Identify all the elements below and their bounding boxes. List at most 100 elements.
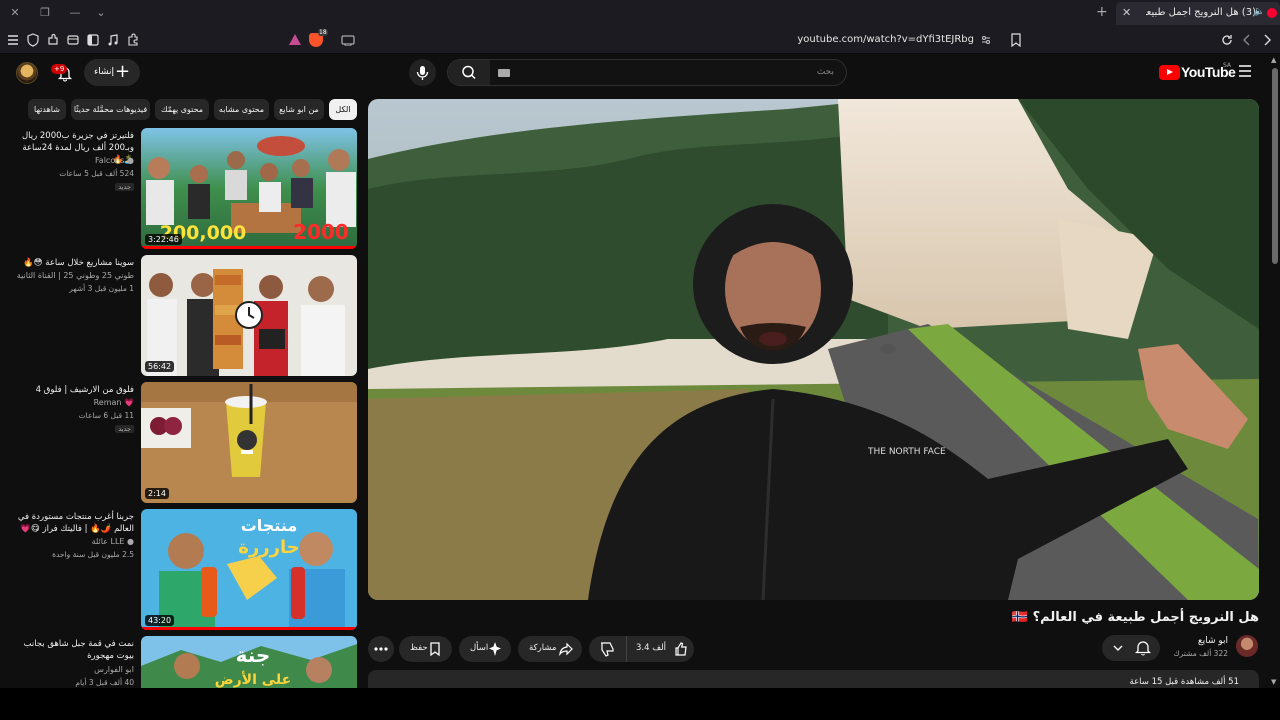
reload-icon[interactable] (1219, 32, 1235, 48)
svg-text:THE NORTH FACE: THE NORTH FACE (867, 447, 946, 457)
recommendation-item[interactable]: منتجات حارررة 43:20 جربنا أغرب منتجات مس… (12, 509, 358, 631)
recommendation-channel[interactable]: طوني 25 وطوني 25 | القناة الثانية (17, 271, 134, 280)
sparkle-icon (489, 642, 501, 656)
tab-close-icon[interactable]: ✕ (1122, 6, 1131, 19)
video-thumbnail[interactable]: 2:14 (141, 382, 357, 503)
more-actions-button[interactable] (368, 636, 394, 662)
url-text[interactable]: youtube.com/watch?v=dYfi3tEJRbg (797, 34, 974, 45)
search-button[interactable] (448, 60, 490, 85)
shield-count-badge: 18 (318, 29, 328, 36)
channel-name[interactable]: عائلة LLE (92, 537, 125, 546)
video-thumbnail[interactable]: منتجات حارررة 43:20 (141, 509, 357, 630)
thumbs-down-icon (601, 642, 614, 657)
shield-outline-icon[interactable] (25, 32, 41, 48)
search-box[interactable]: بحث (447, 59, 847, 86)
recommendation-meta: 1 مليون قبل 3 أشهر (69, 284, 134, 293)
back-arrow-icon[interactable] (1239, 32, 1255, 48)
site-settings-icon[interactable] (980, 34, 992, 46)
dislike-button[interactable] (589, 636, 627, 662)
voice-search-button[interactable] (409, 59, 436, 86)
thumb-text-paradise: جنة (236, 643, 271, 667)
recommendation-item[interactable]: جنة على الأرض نمت في قمة جبل شاهق بجانب … (12, 636, 358, 688)
chip-for-you[interactable]: محتوى يهمّك (155, 99, 209, 120)
recommendation-item[interactable]: 56:42 سوينا مشاريع خلال ساعة 😳🔥 طوني 25 … (12, 255, 358, 377)
recommendation-channel[interactable]: عائلة LLE ● (92, 537, 134, 546)
recommendation-title[interactable]: فلوق من الارشيف | فلوق 4 (14, 384, 134, 396)
recommendation-channel[interactable]: Reman 💗 (94, 398, 134, 407)
save-button[interactable]: حفظ (399, 636, 452, 662)
music-note-icon[interactable] (105, 32, 121, 48)
video-title: هل النرويج أجمل طبيعة في العالم؟ 🇳🇴 (1011, 610, 1259, 625)
duration-badge: 56:42 (145, 361, 175, 372)
recommendation-item[interactable]: 2000 200,000 3:22:46 فلتيرتز في جزيرة ب2… (12, 128, 358, 250)
create-button[interactable]: إنشاء + (84, 59, 140, 86)
recommendation-title[interactable]: سوينا مشاريع خلال ساعة 😳🔥 (14, 257, 134, 269)
new-tab-plus-icon[interactable]: + (1096, 4, 1108, 20)
duration-badge: 43:20 (145, 615, 175, 626)
forward-arrow-icon[interactable] (1259, 32, 1275, 48)
chip-watched[interactable]: شاهدتها (28, 99, 66, 120)
scroll-down-arrow-icon[interactable]: ▼ (1271, 678, 1276, 686)
guide-menu-icon[interactable] (1238, 65, 1252, 77)
chip-all[interactable]: الكل (329, 99, 357, 120)
browser-toolbar: 18 youtube.com/watch?v=dYfi3tEJRbg (0, 27, 1280, 54)
search-input[interactable]: بحث (817, 67, 834, 77)
ask-button[interactable]: اسأل (459, 636, 511, 662)
chip-recently-uploaded[interactable]: فيديوهات محمَّلة حديثًا (71, 99, 150, 120)
menu-icon[interactable] (5, 32, 21, 48)
bell-icon (1134, 641, 1152, 656)
share-label: مشاركة (529, 643, 557, 653)
wallet-icon[interactable] (65, 32, 81, 48)
channel-avatar[interactable] (1236, 635, 1258, 657)
chip-from-channel[interactable]: من ابو شايع (274, 99, 324, 120)
thumb-text-2000: 2000 (293, 220, 349, 244)
video-thumbnail[interactable]: جنة على الأرض (141, 636, 357, 688)
recommendation-title[interactable]: جربنا أغرب منتجات مستوردة في العالم 🌶️🔥 … (14, 511, 134, 535)
video-frame: THE NORTH FACE (368, 99, 1259, 600)
bookmark-icon[interactable] (1010, 33, 1022, 47)
speaker-icon[interactable]: 🔈 (1254, 7, 1265, 17)
video-player[interactable]: THE NORTH FACE (368, 99, 1259, 600)
account-avatar[interactable] (16, 62, 38, 84)
subscribed-button[interactable] (1102, 635, 1160, 661)
microphone-icon (416, 66, 429, 80)
window-close-icon[interactable]: ✕ (5, 4, 25, 22)
page-scrollbar[interactable]: ▲ ▼ (1270, 54, 1280, 688)
recommendation-title[interactable]: نمت في قمة جبل شاهق بجانب بيوت مهجورة (14, 638, 134, 662)
tab-list-chevron-icon[interactable]: ⌄ (91, 4, 111, 22)
brave-rewards-icon[interactable] (289, 34, 301, 45)
youtube-logo-icon[interactable] (1159, 65, 1180, 80)
window-restore-icon[interactable]: ❐ (35, 4, 55, 22)
keyboard-icon[interactable] (498, 69, 510, 77)
recommendation-meta: 11 قبل 6 ساعات (78, 411, 134, 420)
sidebar-icon[interactable] (85, 32, 101, 48)
browser-tab-youtube[interactable]: ✕ (3) هل النرويج أجمل طبيعة في 🔈 (1116, 2, 1280, 25)
recommendation-channel[interactable]: Falcons ● (95, 156, 134, 165)
recommendation-meta: 524 ألف قبل 5 ساعات (59, 169, 134, 178)
recommendation-channel[interactable]: ابو الفوارس (94, 665, 134, 674)
extensions-icon[interactable] (125, 32, 141, 48)
channel-name[interactable]: ابو شايع (1198, 636, 1228, 646)
subscriber-count: 322 ألف مشترك (1173, 649, 1228, 658)
video-thumbnail[interactable]: 56:42 (141, 255, 357, 376)
thumbs-up-icon (675, 642, 687, 656)
verified-icon: ● (127, 537, 134, 546)
scroll-up-arrow-icon[interactable]: ▲ (1271, 56, 1276, 64)
like-button[interactable]: 3.4 ألف (628, 636, 694, 662)
chip-similar[interactable]: محتوى مشابه (214, 99, 269, 120)
more-horizontal-icon (374, 647, 388, 651)
address-bar[interactable]: 18 youtube.com/watch?v=dYfi3tEJRbg (283, 29, 1028, 51)
duration-badge: 3:22:46 (145, 234, 182, 245)
share-button[interactable]: مشاركة (518, 636, 582, 662)
puzzle-icon[interactable] (45, 32, 61, 48)
reader-mode-icon[interactable] (341, 34, 355, 46)
share-icon (559, 642, 573, 657)
thumb-text-products: منتجات (241, 516, 298, 535)
scrollbar-thumb[interactable] (1272, 68, 1278, 264)
tab-title: (3) هل النرويج أجمل طبيعة في (1146, 7, 1256, 18)
window-minimize-icon[interactable]: — (65, 4, 85, 22)
thumb-text-hot: حارررة (238, 537, 299, 558)
video-thumbnail[interactable]: 2000 200,000 3:22:46 (141, 128, 357, 249)
channel-name[interactable]: Falcons (95, 156, 125, 165)
recommendation-item[interactable]: 2:14 فلوق من الارشيف | فلوق 4 Reman 💗 11… (12, 382, 358, 504)
